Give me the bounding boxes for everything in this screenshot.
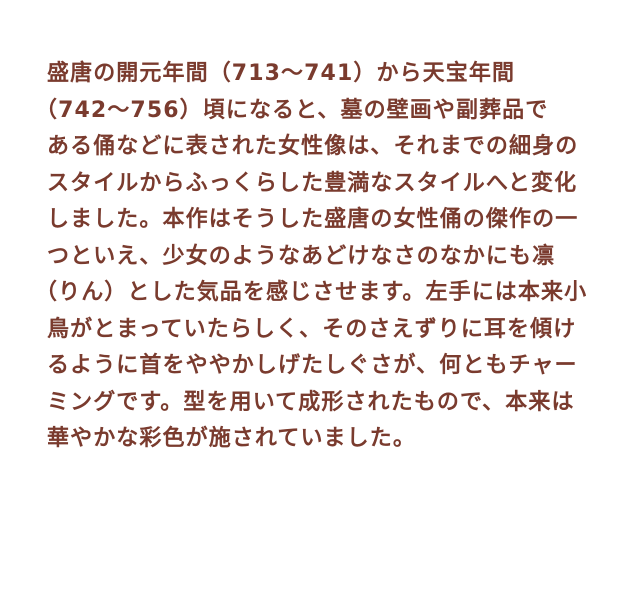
description-line-5: しました。本作はそうした盛唐の女性俑の傑作の一 [47, 207, 579, 232]
description-line-2: （742〜756）頃になると、墓の壁画や副葬品で [35, 97, 549, 123]
description-line-9: るように首をややかしげたしぐさが、何ともチャー [47, 353, 578, 378]
description-text: 盛唐の開元年間（713〜741）から天宝年間 （742〜756）頃になると、墓の… [35, 56, 607, 458]
description-line-4: スタイルからふっくらした豊満なスタイルへと変化 [47, 170, 578, 196]
description-line-8: 鳥がとまっていたらしく、そのさえずりに耳を傾け [47, 316, 577, 342]
description-line-10: ミングです。型を用いて成形されたもので、本来は [47, 389, 575, 415]
description-line-7: （りん）とした気品を感じさせます。左手には本来小 [35, 280, 588, 305]
description-line-3: ある俑などに表された女性像は、それまでの細身の [47, 134, 579, 159]
description-line-1: 盛唐の開元年間（713〜741）から天宝年間 [47, 61, 516, 86]
description-line-11: 華やかな彩色が施されていました。 [47, 426, 416, 451]
description-line-6: つといえ、少女のようなあどけなさのなかにも凛 [47, 243, 556, 269]
